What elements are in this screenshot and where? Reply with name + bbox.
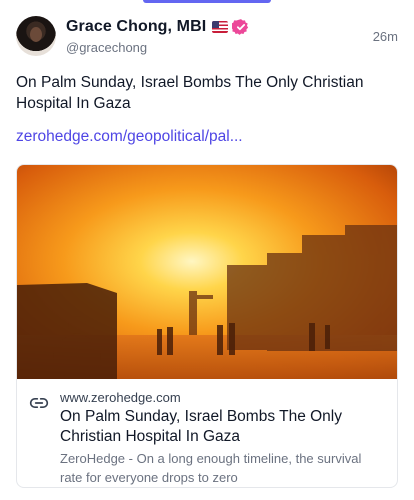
author-display-name[interactable]: Grace Chong, MBI xyxy=(66,18,206,36)
link-preview-title[interactable]: On Palm Sunday, Israel Bombs The Only Ch… xyxy=(60,407,380,447)
author-handle[interactable]: @gracechong xyxy=(66,40,147,55)
post-link[interactable]: zerohedge.com/geopolitical/pal... xyxy=(16,128,243,146)
link-preview-domain: www.zerohedge.com xyxy=(60,390,181,405)
link-icon xyxy=(29,393,49,413)
author-name-row: Grace Chong, MBI xyxy=(66,16,250,38)
post-timestamp[interactable]: 26m xyxy=(373,29,398,44)
verified-badge-icon xyxy=(231,18,250,36)
link-preview-card[interactable]: www.zerohedge.com On Palm Sunday, Israel… xyxy=(16,164,398,488)
link-preview-image[interactable] xyxy=(17,165,397,379)
post-header: Grace Chong, MBI @gracechong 26m xyxy=(16,14,398,58)
avatar-face xyxy=(30,27,42,42)
us-flag-icon xyxy=(212,21,229,33)
avatar[interactable] xyxy=(16,16,56,56)
link-preview-description: ZeroHedge - On a long enough timeline, t… xyxy=(60,451,362,485)
post-text: On Palm Sunday, Israel Bombs The Only Ch… xyxy=(16,74,364,112)
post-card[interactable]: Grace Chong, MBI @gracechong 26m On Palm… xyxy=(0,0,414,500)
link-preview-body[interactable]: www.zerohedge.com On Palm Sunday, Israel… xyxy=(17,379,397,487)
